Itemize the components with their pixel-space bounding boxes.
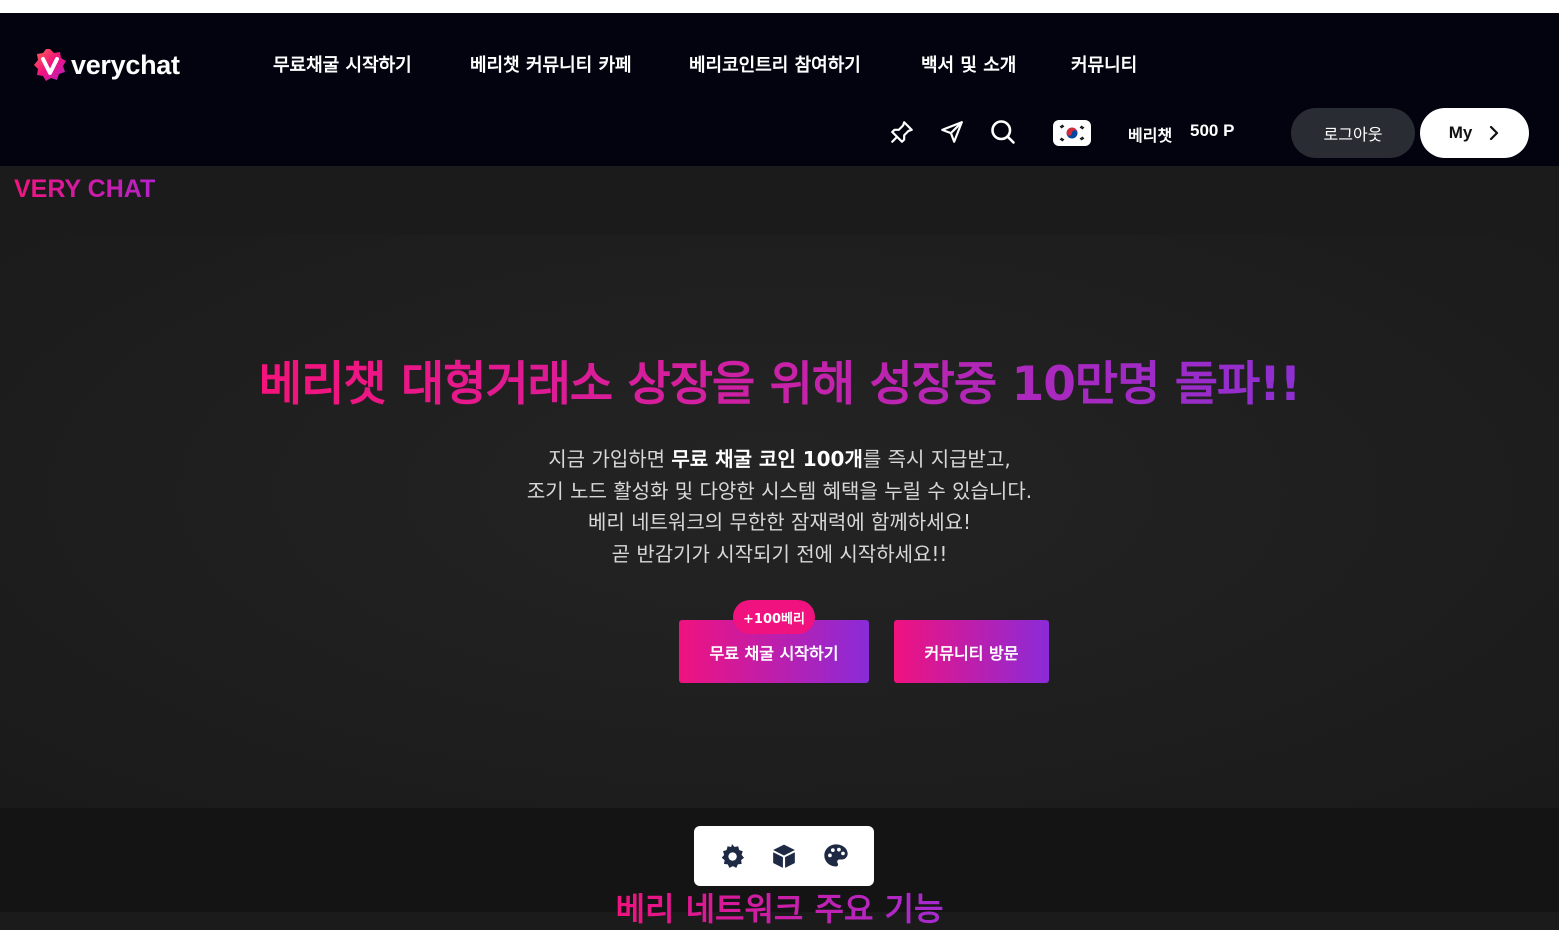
language-flag-button[interactable] <box>1053 120 1091 146</box>
logo-text: verychat <box>71 49 180 80</box>
floating-toolbar <box>694 826 874 886</box>
hero-desc-line-3: 베리 네트워크의 무한한 잠재력에 함께하세요! <box>587 510 972 534</box>
nav-item-community[interactable]: 커뮤니티 <box>1071 51 1137 77</box>
site-header: verychat 무료채굴 시작하기 베리챗 커뮤니티 카페 베리코인트리 참여… <box>0 13 1559 166</box>
send-icon[interactable] <box>937 117 967 147</box>
hero-desc-line-4: 곧 반감기가 시작되기 전에 시작하세요!! <box>611 541 948 566</box>
browser-top-strip <box>0 0 1559 13</box>
hero-desc-line-1-post: 를 즉시 지급받고, <box>862 447 1011 471</box>
hero-title: 베리챗 대형거래소 상장을 위해 성장중 10만명 돌파!! <box>0 345 1559 414</box>
hero-desc-highlight: 무료 채굴 코인 100개 <box>671 447 863 471</box>
hero-description: 지금 가입하면 무료 채굴 코인 100개를 즉시 지급받고, 조기 노드 활성… <box>0 444 1559 570</box>
nav-item-whitepaper[interactable]: 백서 및 소개 <box>921 51 1016 77</box>
logout-button[interactable]: 로그아웃 <box>1291 108 1415 158</box>
chevron-right-icon <box>1490 125 1499 141</box>
nav-item-coin-tree[interactable]: 베리코인트리 참여하기 <box>689 51 861 77</box>
korea-flag-icon <box>1057 123 1087 143</box>
search-icon[interactable] <box>988 117 1018 147</box>
nav-item-free-mining[interactable]: 무료채굴 시작하기 <box>273 51 412 77</box>
cube-icon[interactable] <box>768 840 800 872</box>
hero-desc-line-2: 조기 노드 활성화 및 다양한 시스템 혜택을 누릴 수 있습니다. <box>526 478 1033 503</box>
site-logo[interactable]: verychat <box>33 48 180 82</box>
points-label: 베리챗 <box>1128 126 1173 145</box>
my-button-label: My <box>1448 123 1473 142</box>
my-button[interactable]: My <box>1420 108 1529 158</box>
visit-community-button[interactable]: 커뮤니티 방문 <box>894 620 1049 683</box>
verychat-logo-icon <box>34 49 66 81</box>
hero-title-text: 베리챗 대형거래소 상장을 위해 성장중 10만명 돌파!! <box>258 357 1301 412</box>
brand-label: VERY CHAT <box>14 175 156 203</box>
features-title: 베리 네트워크 주요 기능 <box>0 884 1559 930</box>
nav-item-community-cafe[interactable]: 베리챗 커뮤니티 카페 <box>470 51 632 77</box>
pin-icon[interactable] <box>887 117 917 147</box>
features-title-text: 베리 네트워크 주요 기능 <box>615 890 944 928</box>
palette-icon[interactable] <box>820 840 852 872</box>
settings-icon[interactable] <box>716 840 748 872</box>
hero-desc-line-1-pre: 지금 가입하면 <box>548 447 672 471</box>
hero-desc-line-1: 지금 가입하면 무료 채굴 코인 100개를 즉시 지급받고, <box>0 444 1559 476</box>
points-value: 500 P <box>1190 121 1235 140</box>
bonus-badge: +100베리 <box>733 600 815 634</box>
